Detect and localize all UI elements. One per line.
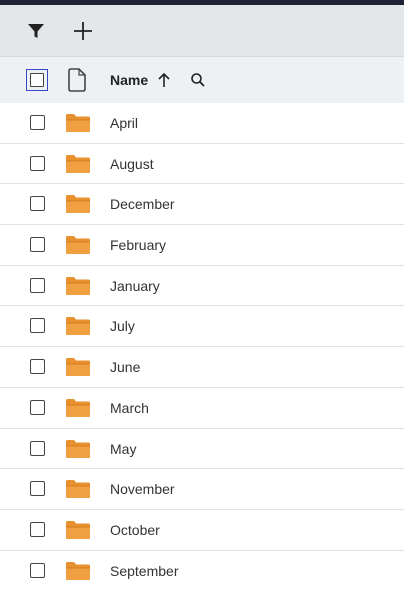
name-column-header[interactable]: Name (110, 57, 148, 103)
plus-icon (74, 22, 92, 40)
column-name-label: Name (110, 72, 149, 88)
folder-icon (66, 114, 90, 132)
folder-list: April August December February January July Ju… (0, 103, 404, 591)
list-item[interactable]: May (0, 429, 404, 470)
item-name[interactable]: August (110, 144, 154, 184)
item-name[interactable]: September (110, 551, 178, 591)
row-checkbox[interactable] (30, 318, 45, 334)
folder-icon (66, 480, 90, 499)
folder-icon (66, 358, 90, 377)
row-checkbox[interactable] (30, 237, 45, 253)
item-name[interactable]: March (110, 388, 149, 428)
list-header: Name (0, 57, 404, 103)
folder-icon (66, 236, 90, 255)
row-checkbox[interactable] (30, 481, 45, 497)
row-checkbox[interactable] (30, 521, 45, 537)
list-item[interactable]: June (0, 347, 404, 388)
item-name[interactable]: October (110, 510, 160, 550)
toolbar (0, 5, 404, 57)
list-item[interactable]: November (0, 469, 404, 510)
folder-icon (66, 317, 90, 336)
row-checkbox[interactable] (30, 440, 45, 456)
item-name[interactable]: January (110, 266, 160, 306)
list-item[interactable]: September (0, 551, 404, 592)
item-name[interactable]: November (110, 469, 175, 509)
row-checkbox[interactable] (30, 115, 45, 130)
item-name[interactable]: April (110, 103, 138, 143)
folder-icon (66, 276, 90, 295)
search-icon[interactable] (190, 72, 206, 88)
item-name[interactable]: July (110, 306, 135, 346)
item-name[interactable]: May (110, 429, 136, 469)
list-item[interactable]: July (0, 306, 404, 348)
filter-button[interactable] (16, 5, 56, 57)
document-icon (68, 68, 86, 92)
list-item[interactable]: February (0, 225, 404, 266)
row-checkbox[interactable] (30, 399, 45, 415)
filter-icon (28, 24, 44, 38)
arrow-up-icon[interactable] (156, 71, 172, 89)
item-name[interactable]: June (110, 347, 140, 387)
list-item[interactable]: December (0, 184, 404, 226)
list-item[interactable]: October (0, 510, 404, 551)
list-item[interactable]: January (0, 266, 404, 307)
row-checkbox[interactable] (30, 277, 45, 293)
folder-icon (66, 398, 90, 417)
row-checkbox[interactable] (30, 196, 45, 212)
row-checkbox[interactable] (30, 155, 45, 171)
item-name[interactable]: February (110, 225, 166, 265)
row-checkbox[interactable] (30, 359, 45, 375)
folder-icon (66, 154, 90, 173)
list-item[interactable]: April (0, 103, 404, 144)
select-all-checkbox[interactable] (26, 69, 48, 91)
folder-icon (66, 439, 90, 458)
folder-icon (66, 520, 90, 539)
row-checkbox[interactable] (30, 562, 45, 578)
folder-icon (66, 195, 90, 214)
add-button[interactable] (63, 5, 103, 57)
item-name[interactable]: December (110, 184, 175, 224)
list-item[interactable]: March (0, 388, 404, 429)
list-item[interactable]: August (0, 144, 404, 185)
folder-icon (66, 561, 90, 580)
